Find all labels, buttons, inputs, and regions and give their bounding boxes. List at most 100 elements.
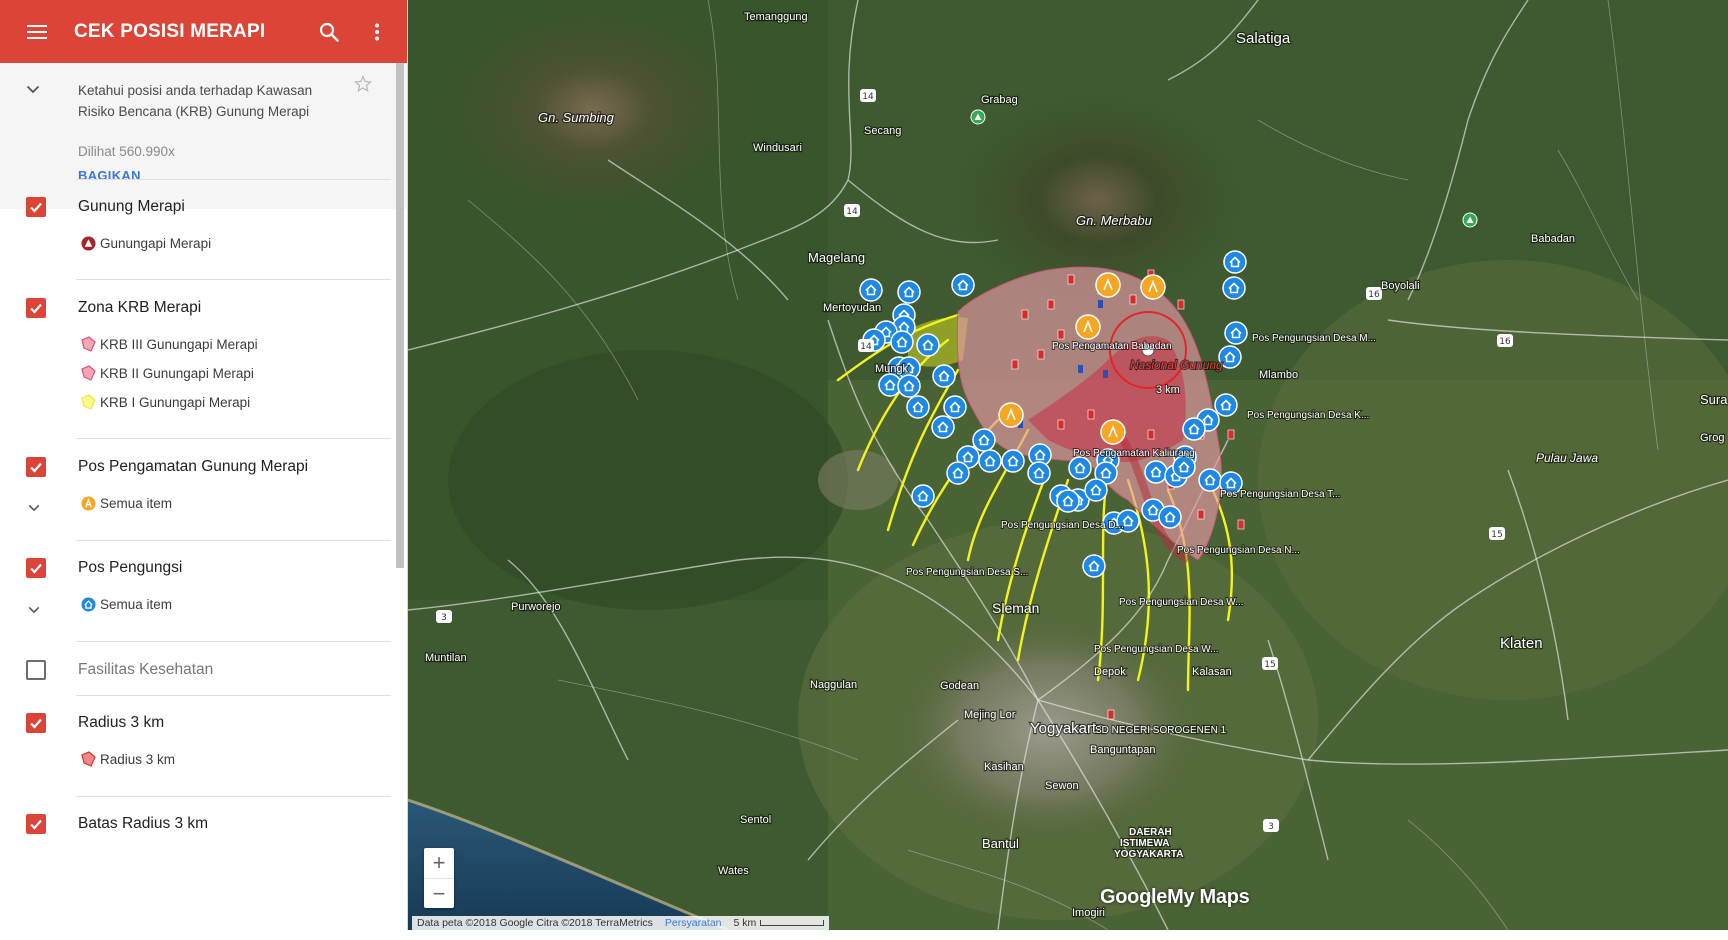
svg-text:16: 16: [1368, 290, 1380, 300]
shelter-marker[interactable]: [1182, 417, 1206, 441]
scale-line: [760, 920, 825, 926]
legend-item[interactable]: Gunungapi Merapi: [80, 235, 211, 251]
map-label: Mlambo: [1259, 369, 1298, 381]
check-icon: [30, 462, 42, 473]
poi-label: Pos Pengungsian Desa M...: [1252, 333, 1376, 344]
map-canvas[interactable]: 14 14 14 16 16 3 3 15 15 Temanggung Sala…: [408, 0, 1728, 930]
legend-item[interactable]: KRB I Gunungapi Merapi: [80, 394, 250, 410]
shelter-marker[interactable]: [1082, 554, 1106, 578]
shelter-marker[interactable]: [1001, 449, 1025, 473]
layer-title[interactable]: Fasilitas Kesehatan: [78, 661, 213, 679]
map-label: Gn. Sumbing: [538, 110, 615, 125]
shelter-marker[interactable]: [916, 333, 940, 357]
shelter-marker[interactable]: [978, 449, 1002, 473]
legend-item[interactable]: KRB III Gunungapi Merapi: [80, 336, 258, 352]
legend-item-label: KRB I Gunungapi Merapi: [100, 394, 251, 410]
chevron-down-icon: [26, 85, 40, 94]
shelter-marker[interactable]: [1224, 321, 1248, 345]
shelter-marker[interactable]: [890, 330, 914, 354]
check-icon: [30, 718, 42, 729]
map-label: Mejing Lor: [964, 709, 1016, 721]
layer-title[interactable]: Zona KRB Merapi: [78, 299, 201, 317]
divider: [76, 695, 391, 696]
polygon-pink-icon: [80, 336, 96, 352]
map-label: Secang: [864, 125, 901, 137]
svg-text:14: 14: [862, 92, 874, 102]
layer-checkbox-fasilitas-kesehatan[interactable]: [26, 660, 46, 680]
svg-text:15: 15: [1264, 660, 1275, 670]
shelter-marker[interactable]: [897, 374, 921, 398]
terms-link[interactable]: Persyaratan: [665, 917, 722, 929]
layer-title[interactable]: Radius 3 km: [78, 714, 164, 732]
shelter-marker[interactable]: [1214, 393, 1238, 417]
map-label: Purworejo: [511, 601, 561, 613]
zoom-out-button[interactable]: −: [424, 879, 454, 909]
poi-label: Pos Pengungsian Desa D...: [1001, 520, 1124, 531]
shelter-marker[interactable]: [1056, 489, 1080, 513]
expand-layer-button[interactable]: [28, 499, 40, 517]
layer-checkbox-radius-3km[interactable]: [26, 713, 46, 733]
shelter-marker[interactable]: [943, 395, 967, 419]
layer-checkbox-zona-krb[interactable]: [26, 298, 46, 318]
check-icon: [30, 303, 42, 314]
shelter-marker[interactable]: [859, 278, 883, 302]
layer-title[interactable]: Pos Pengamatan Gunung Merapi: [78, 458, 308, 476]
map-label: SD NEGERI SOROGENEN 1: [1095, 725, 1227, 736]
legend-item[interactable]: Semua item: [80, 596, 172, 612]
star-button[interactable]: [354, 75, 372, 98]
shelter-marker[interactable]: [1068, 456, 1092, 480]
shelter-marker[interactable]: [1172, 455, 1196, 479]
collapse-info-button[interactable]: [26, 81, 40, 99]
menu-button[interactable]: [0, 0, 74, 63]
divider: [76, 641, 391, 642]
shelter-marker[interactable]: [932, 364, 956, 388]
layer-title[interactable]: Gunung Merapi: [78, 198, 185, 216]
poi-label: Pos Pengungsian Desa K...: [1247, 410, 1369, 421]
shelter-marker[interactable]: [931, 415, 955, 439]
map-label: Babadan: [1531, 233, 1575, 245]
legend-panel: CEK POSISI MERAPI Ketahui posisi anda te…: [0, 0, 408, 940]
shelter-marker[interactable]: [951, 273, 975, 297]
shelter-marker[interactable]: [1144, 460, 1168, 484]
layer-checkbox-batas-radius[interactable]: [26, 814, 46, 834]
shelter-marker[interactable]: [1084, 478, 1108, 502]
search-button[interactable]: [305, 0, 353, 63]
shelter-marker[interactable]: [1198, 468, 1222, 492]
layer-checkbox-gunung-merapi[interactable]: [26, 197, 46, 217]
legend-item[interactable]: Radius 3 km: [80, 751, 175, 767]
legend-item-label: KRB II Gunungapi Merapi: [100, 365, 254, 381]
map-label: Windusari: [753, 142, 802, 154]
shelter-marker[interactable]: [906, 395, 930, 419]
zoom-in-button[interactable]: +: [424, 848, 454, 878]
shelter-marker[interactable]: [911, 484, 935, 508]
legend-item[interactable]: Semua item: [80, 495, 172, 511]
shelter-marker[interactable]: [897, 280, 921, 304]
more-options-button[interactable]: [353, 0, 401, 63]
shelter-marker[interactable]: [1158, 505, 1182, 529]
layer-checkbox-pos-pengungsi[interactable]: [26, 558, 46, 578]
divider: [76, 540, 391, 541]
layer-title[interactable]: Pos Pengungsi: [78, 559, 182, 577]
chevron-down-icon: [28, 504, 40, 512]
layer-title[interactable]: Batas Radius 3 km: [78, 815, 208, 833]
scale-bar: 5 km: [734, 917, 825, 929]
shelter-marker[interactable]: [972, 428, 996, 452]
app-root: CEK POSISI MERAPI Ketahui posisi anda te…: [0, 0, 1728, 940]
shelter-marker[interactable]: [1027, 461, 1051, 485]
layer-checkbox-pos-pengamatan[interactable]: [26, 457, 46, 477]
sidebar-scrollbar[interactable]: [396, 63, 404, 568]
map-label: Sura: [1700, 392, 1728, 407]
map-label: Kasihan: [984, 761, 1024, 773]
polygon-yellow-icon: [80, 394, 96, 410]
shelter-marker[interactable]: [1223, 250, 1247, 274]
map-label: Bantul: [982, 836, 1019, 851]
map-label: Grabag: [981, 94, 1018, 106]
share-button[interactable]: BAGIKAN: [78, 168, 141, 183]
shelter-marker[interactable]: [1222, 276, 1246, 300]
hamburger-icon: [27, 24, 47, 39]
shelter-marker[interactable]: [946, 461, 970, 485]
svg-text:3: 3: [1268, 822, 1274, 832]
map-description: Ketahui posisi anda terhadap Kawasan Ris…: [78, 83, 313, 119]
legend-item[interactable]: KRB II Gunungapi Merapi: [80, 365, 254, 381]
expand-layer-button[interactable]: [28, 601, 40, 619]
